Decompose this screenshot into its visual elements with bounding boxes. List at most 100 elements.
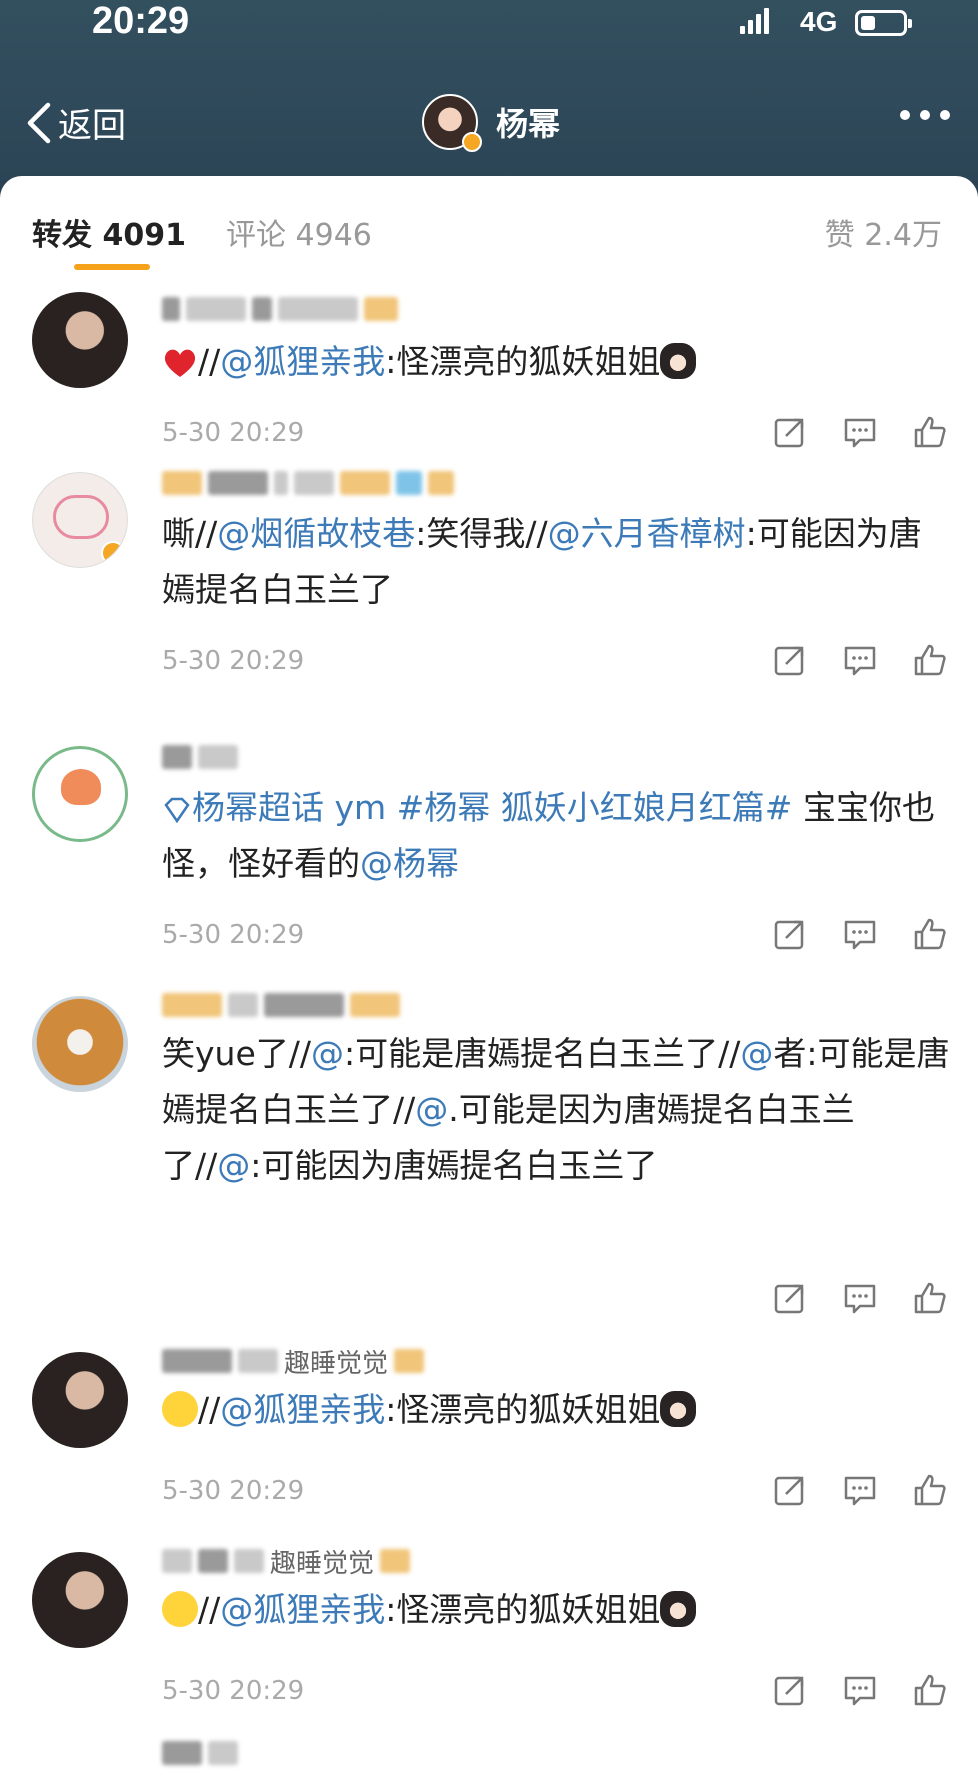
more-icon[interactable] <box>900 110 950 120</box>
list-item: 趣睡觉觉 //@狐狸亲我:怪漂亮的狐妖姐姐 5-30 20:29 <box>0 1549 978 1752</box>
post-meta <box>162 1280 978 1320</box>
list-item: //@狐狸亲我:怪漂亮的狐妖姐姐 5-30 20:29 <box>0 292 978 502</box>
post-text: //@狐狸亲我:怪漂亮的狐妖姐姐 <box>162 334 952 390</box>
status-bar: 20:29 4G <box>0 0 978 44</box>
mention-link[interactable]: @狐狸亲我 <box>220 1390 385 1429</box>
username[interactable] <box>162 988 400 1022</box>
mention-link[interactable]: @杨幂 <box>360 844 459 883</box>
like-icon[interactable] <box>912 1472 948 1512</box>
timestamp: 5-30 20:29 <box>162 1476 305 1506</box>
username[interactable] <box>162 292 398 326</box>
signal-icon <box>740 8 769 34</box>
mention-link[interactable]: @ <box>740 1034 773 1073</box>
username[interactable]: 趣睡觉觉 <box>162 1344 425 1379</box>
like-icon[interactable] <box>912 414 948 454</box>
post-text: //@狐狸亲我:怪漂亮的狐妖姐姐 <box>162 1582 952 1638</box>
back-button[interactable]: 返回 <box>24 98 126 147</box>
text-segment: :可能是唐嫣提名白玉兰了// <box>343 1034 741 1073</box>
post-meta: 5-30 20:29 <box>162 642 978 682</box>
back-label: 返回 <box>58 106 126 146</box>
comment-icon[interactable] <box>842 1280 878 1320</box>
battery-icon <box>855 10 912 36</box>
username[interactable] <box>162 740 238 774</box>
like-icon[interactable] <box>912 916 948 956</box>
fox-emoji <box>660 1391 697 1427</box>
username[interactable] <box>162 1736 238 1770</box>
post-meta: 5-30 20:29 <box>162 414 978 454</box>
mention-link[interactable]: @ <box>311 1034 344 1073</box>
actions <box>772 414 948 454</box>
mention-link[interactable]: @ <box>217 1146 250 1185</box>
repost-list-card: 转发 4091 评论 4946 赞 2.4万 //@狐狸亲我:怪漂亮的狐妖姐姐 … <box>0 176 978 1778</box>
tab-like[interactable]: 赞 2.4万 <box>825 210 942 254</box>
verified-badge-icon <box>101 541 125 565</box>
fox-emoji <box>660 1591 697 1627</box>
comment-icon[interactable] <box>842 1472 878 1512</box>
timestamp: 5-30 20:29 <box>162 1676 305 1706</box>
tabs: 转发 4091 评论 4946 赞 2.4万 <box>0 176 978 276</box>
mention-link[interactable]: @六月香樟树 <box>548 514 746 553</box>
share-icon[interactable] <box>772 642 808 682</box>
back-chevron-icon <box>27 102 51 143</box>
status-time: 20:29 <box>92 0 190 42</box>
page-title: 杨幂 <box>496 105 561 143</box>
fox-emoji <box>660 343 697 379</box>
text-segment: 笑yue了// <box>162 1034 311 1073</box>
post-meta: 5-30 20:29 <box>162 916 978 956</box>
share-icon[interactable] <box>772 414 808 454</box>
post-text: 笑yue了//@:可能是唐嫣提名白玉兰了//@者:可能是唐嫣提名白玉兰了//@.… <box>162 1026 952 1194</box>
network-label: 4G <box>800 6 838 37</box>
actions <box>772 642 948 682</box>
text-segment: :笑得我// <box>415 514 548 553</box>
avatar[interactable] <box>32 292 128 388</box>
profile-header[interactable]: 杨幂 <box>422 94 561 152</box>
mention-link[interactable]: @狐狸亲我 <box>220 1590 385 1629</box>
avatar[interactable] <box>32 746 128 842</box>
mention-link[interactable]: @狐狸亲我 <box>220 342 385 381</box>
tab-repost[interactable]: 转发 4091 <box>32 210 186 254</box>
text-segment: :怪漂亮的狐妖姐姐 <box>385 1590 661 1629</box>
post-meta: 5-30 20:29 <box>162 1672 978 1712</box>
post-text: 杨幂超话 ym #杨幂 狐妖小红娘月红篇# 宝宝你也怪，怪好看的@杨幂 <box>162 780 952 892</box>
avatar[interactable] <box>32 472 128 568</box>
mention-link[interactable]: @ <box>415 1090 448 1129</box>
username[interactable] <box>162 466 454 500</box>
avatar[interactable] <box>32 1352 128 1448</box>
comment-icon[interactable] <box>842 916 878 956</box>
mention-link[interactable]: @烟循故枝巷 <box>217 514 415 553</box>
comment-icon[interactable] <box>842 414 878 454</box>
timestamp: 5-30 20:29 <box>162 646 305 676</box>
diamond-icon <box>164 797 190 824</box>
mention-link[interactable]: 杨幂超话 ym #杨幂 狐妖小红娘月红篇# <box>192 788 792 827</box>
list-item: 趣睡觉觉 //@狐狸亲我:怪漂亮的狐妖姐姐 5-30 20:29 <box>0 1349 978 1552</box>
surprised-emoji <box>162 1591 198 1627</box>
nav-bar: 返回 杨幂 <box>0 88 978 160</box>
actions <box>772 1672 948 1712</box>
like-icon[interactable] <box>912 1280 948 1320</box>
text-segment: :可能因为唐嫣提名白玉兰了 <box>250 1146 658 1185</box>
text-segment: :怪漂亮的狐妖姐姐 <box>385 342 661 381</box>
share-icon[interactable] <box>772 1472 808 1512</box>
actions <box>772 916 948 956</box>
tab-active-indicator <box>74 264 150 270</box>
comment-icon[interactable] <box>842 642 878 682</box>
share-icon[interactable] <box>772 916 808 956</box>
list-item: 杨幂超话 ym #杨幂 狐妖小红娘月红篇# 宝宝你也怪，怪好看的@杨幂 5-30… <box>0 745 978 976</box>
username[interactable]: 趣睡觉觉 <box>162 1544 411 1579</box>
avatar[interactable] <box>32 1552 128 1648</box>
verified-badge-icon <box>462 132 482 152</box>
avatar[interactable] <box>32 996 128 1092</box>
timestamp: 5-30 20:29 <box>162 920 305 950</box>
actions <box>772 1472 948 1512</box>
smile-emoji <box>162 1391 198 1427</box>
comment-icon[interactable] <box>842 1672 878 1712</box>
text-segment: :怪漂亮的狐妖姐姐 <box>385 1390 661 1429</box>
post-text: //@狐狸亲我:怪漂亮的狐妖姐姐 <box>162 1382 952 1438</box>
share-icon[interactable] <box>772 1280 808 1320</box>
text-segment: // <box>198 1590 221 1629</box>
tab-comment[interactable]: 评论 4946 <box>226 210 372 254</box>
avatar[interactable] <box>422 94 482 152</box>
share-icon[interactable] <box>772 1672 808 1712</box>
like-icon[interactable] <box>912 1672 948 1712</box>
like-icon[interactable] <box>912 642 948 682</box>
